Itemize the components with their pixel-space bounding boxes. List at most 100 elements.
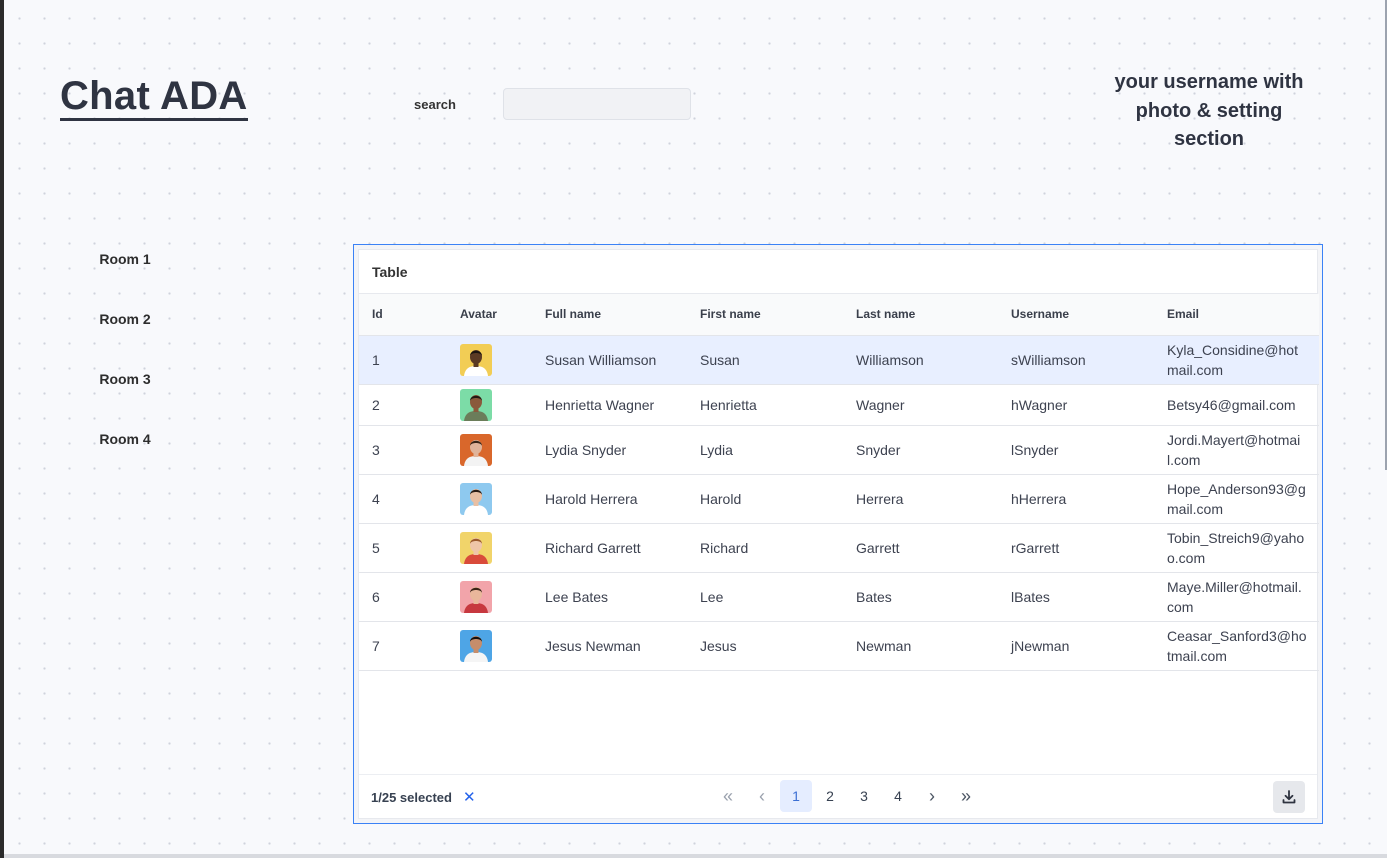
cell-first-name: Lee (700, 588, 724, 605)
table-row[interactable]: 1 Susan Williamson Susan Williamson sWilliam… (359, 335, 1319, 384)
cell-first-name: Susan (700, 351, 740, 368)
table-row[interactable]: 2 Henrietta Wagner Henrietta Wagner hWagner B… (359, 384, 1319, 425)
cell-username: rGarrett (1011, 539, 1060, 556)
cell-last-name: Snyder (856, 441, 901, 458)
avatar (460, 482, 492, 515)
cell-id: 5 (372, 539, 380, 556)
table-header-row: Id Avatar Full name First name Last name… (359, 294, 1319, 335)
table-body: 1 Susan Williamson Susan Williamson sWilliam… (359, 335, 1319, 670)
room-item-3[interactable]: Room 3 (60, 365, 190, 393)
cell-email: Hope_Anderson93@gmail.com (1167, 480, 1306, 517)
cell-first-name: Jesus (700, 637, 737, 654)
cell-last-name: Newman (856, 637, 912, 654)
table-panel: Table Id Avatar Full name First name Las… (353, 244, 1323, 824)
cell-full-name: Richard Garrett (545, 539, 641, 556)
room-list: Room 1 Room 2 Room 3 Room 4 (60, 245, 190, 485)
column-header-email[interactable]: Email (1154, 294, 1319, 335)
cell-avatar (447, 384, 532, 425)
download-button[interactable] (1273, 781, 1305, 813)
avatar (460, 388, 492, 421)
table-card: Table Id Avatar Full name First name Las… (358, 249, 1319, 819)
column-header-id[interactable]: Id (359, 294, 447, 335)
page-button-3[interactable]: 3 (848, 780, 880, 812)
cell-avatar (447, 425, 532, 474)
cell-avatar (447, 335, 532, 384)
window-edge (0, 0, 4, 858)
cell-first-name: Richard (700, 539, 749, 556)
cell-first-name: Harold (700, 490, 742, 507)
app-title[interactable]: Chat ADA (60, 74, 248, 121)
cell-email: Kyla_Considine@hotmail.com (1167, 341, 1298, 378)
table-row[interactable]: 5 Richard Garrett Richard Garrett rGarrett To… (359, 523, 1319, 572)
table-row[interactable]: 6 Lee Bates Lee Bates lBates Maye.Miller@hotm… (359, 572, 1319, 621)
page-button-2[interactable]: 2 (814, 780, 846, 812)
avatar (460, 629, 492, 662)
table-row[interactable]: 4 Harold Herrera Harold Herrera hHerrera Hope… (359, 474, 1319, 523)
room-item-1[interactable]: Room 1 (60, 245, 190, 273)
search-input[interactable] (503, 88, 691, 120)
cell-avatar (447, 621, 532, 670)
cell-id: 1 (372, 351, 380, 368)
chevron-right-icon[interactable]: › (916, 780, 948, 812)
cell-username: hHerrera (1011, 490, 1067, 507)
column-header-first-name[interactable]: First name (687, 294, 843, 335)
cell-username: jNewman (1011, 637, 1070, 654)
page-button-1[interactable]: 1 (780, 780, 812, 812)
table-footer: 1/25 selected ✕ « ‹ 1 2 3 4 › » (359, 774, 1317, 818)
cell-avatar (447, 523, 532, 572)
cell-last-name: Wagner (856, 396, 905, 413)
cell-last-name: Williamson (856, 351, 924, 368)
cell-avatar (447, 474, 532, 523)
cell-full-name: Harold Herrera (545, 490, 638, 507)
table-row[interactable]: 7 Jesus Newman Jesus Newman jNewman Ceasar_Sa… (359, 621, 1319, 670)
cell-email: Ceasar_Sanford3@hotmail.com (1167, 627, 1307, 664)
cell-username: lSnyder (1011, 441, 1059, 458)
column-header-username[interactable]: Username (998, 294, 1154, 335)
page-button-4[interactable]: 4 (882, 780, 914, 812)
selection-count: 1/25 selected (371, 790, 452, 805)
chevron-left-icon[interactable]: ‹ (746, 780, 778, 812)
room-item-2[interactable]: Room 2 (60, 305, 190, 333)
chevrons-left-icon[interactable]: « (712, 780, 744, 812)
cell-first-name: Henrietta (700, 396, 757, 413)
cell-email: Jordi.Mayert@hotmail.com (1167, 431, 1301, 468)
cell-id: 2 (372, 396, 380, 413)
cell-avatar (447, 572, 532, 621)
cell-full-name: Lee Bates (545, 588, 609, 605)
download-icon (1282, 790, 1296, 804)
cell-username: sWilliamson (1011, 351, 1086, 368)
cell-last-name: Bates (856, 588, 892, 605)
close-icon[interactable]: ✕ (463, 788, 476, 806)
cell-username: lBates (1011, 588, 1050, 605)
avatar (460, 433, 492, 466)
cell-last-name: Garrett (856, 539, 900, 556)
cell-id: 3 (372, 441, 380, 458)
room-item-4[interactable]: Room 4 (60, 425, 190, 453)
column-header-full-name[interactable]: Full name (532, 294, 687, 335)
column-header-last-name[interactable]: Last name (843, 294, 998, 335)
cell-email: Maye.Miller@hotmail.com (1167, 578, 1302, 615)
cell-id: 7 (372, 637, 380, 654)
avatar (460, 531, 492, 564)
pagination: « ‹ 1 2 3 4 › » (712, 780, 984, 812)
horizontal-scrollbar[interactable] (4, 854, 1387, 858)
cell-email: Betsy46@gmail.com (1167, 396, 1296, 413)
cell-full-name: Lydia Snyder (545, 441, 627, 458)
cell-id: 6 (372, 588, 380, 605)
cell-last-name: Herrera (856, 490, 904, 507)
avatar (460, 580, 492, 613)
cell-username: hWagner (1011, 396, 1068, 413)
profile-section[interactable]: your username with photo & setting secti… (1098, 68, 1320, 154)
avatar (460, 343, 492, 376)
cell-id: 4 (372, 490, 380, 507)
search-label: search (414, 97, 456, 112)
cell-first-name: Lydia (700, 441, 733, 458)
table-row[interactable]: 3 Lydia Snyder Lydia Snyder lSnyder Jordi.May… (359, 425, 1319, 474)
cell-email: Tobin_Streich9@yahoo.com (1167, 529, 1305, 566)
chevrons-right-icon[interactable]: » (950, 780, 982, 812)
column-header-avatar[interactable]: Avatar (447, 294, 532, 335)
cell-full-name: Jesus Newman (545, 637, 641, 654)
table-title: Table (359, 250, 1317, 294)
users-table: Id Avatar Full name First name Last name… (359, 294, 1319, 671)
cell-full-name: Susan Williamson (545, 351, 657, 368)
